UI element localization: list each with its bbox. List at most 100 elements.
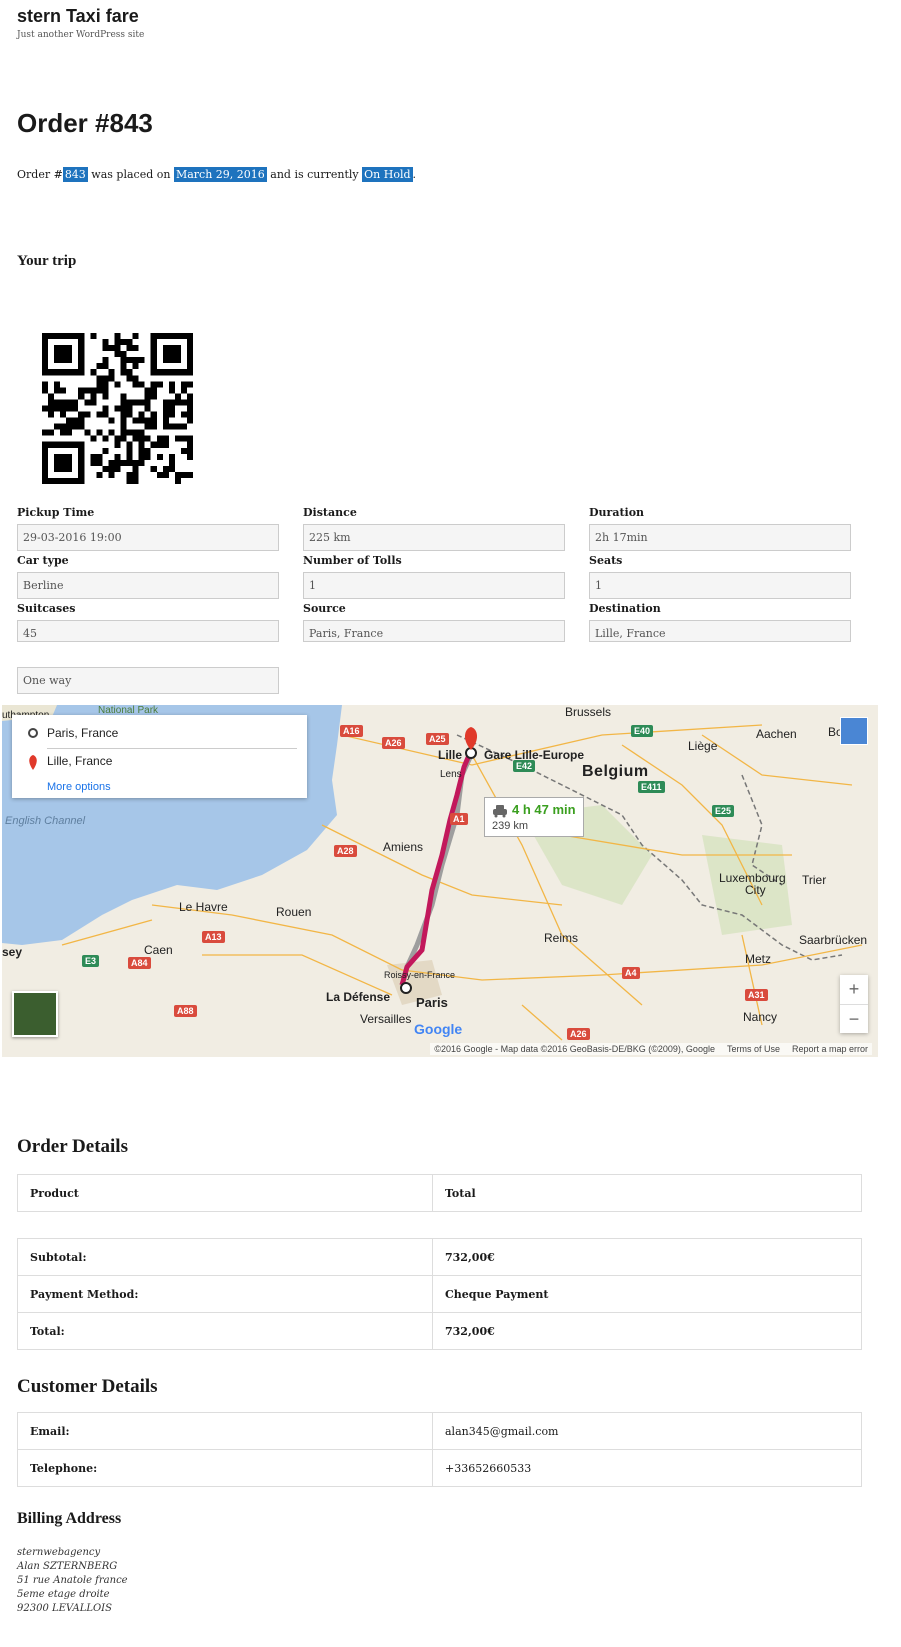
origin-marker[interactable] [400,982,412,994]
total-value: 732,00€ [432,1312,862,1350]
google-logo: Google [414,1021,463,1037]
table-row: Email: alan345@gmail.com [17,1412,862,1450]
seats-field[interactable]: 1 [589,572,851,599]
report-link[interactable]: Report a map error [792,1044,868,1054]
field-label-suitcases: Suitcases [17,602,76,615]
subtotal-value: 732,00€ [432,1238,862,1276]
pickup-time-field[interactable]: 29-03-2016 19:00 [17,524,279,551]
site-title[interactable]: stern Taxi fare [17,6,139,27]
field-label-duration: Duration [589,506,645,519]
billing-address: sternwebagency Alan SZTERNBERG 51 rue An… [17,1546,128,1616]
road-shield: A25 [426,733,449,745]
map-label-amiens: Amiens [383,840,424,854]
column-header-product: Product [17,1174,433,1212]
map-label-rouen: Rouen [276,905,312,919]
road-shield: E40 [631,725,654,737]
order-text: . [412,168,417,181]
map-label-metz: Metz [745,952,772,966]
directions-destination[interactable]: Lille, France [47,754,112,768]
route-duration: 4 h 47 min [512,802,576,817]
map-label-aachen: Aachen [756,727,797,741]
road-shield: E25 [712,805,735,817]
map-label-city: City [745,883,766,897]
directions-panel[interactable]: Paris, France Lille, France More options [12,715,307,798]
road-shield: A31 [745,989,768,1001]
order-header-table: Product Total [17,1174,862,1212]
origin-circle-icon [28,728,38,738]
map-label-belgium: Belgium [582,763,649,780]
table-row: Product Total [17,1174,862,1212]
directions-origin[interactable]: Paris, France [47,726,118,740]
order-text: was placed on [87,168,174,181]
column-header-total: Total [432,1174,862,1212]
route-map[interactable]: Brussels Belgium Lille Gare Lille-Europe… [2,705,878,1057]
road-shield: E3 [82,955,100,967]
subtotal-label: Subtotal: [17,1238,433,1276]
table-row: Total: 732,00€ [17,1312,862,1350]
destination-field[interactable]: Lille, France [589,620,851,642]
map-label-reims: Reims [544,931,579,945]
map-label-lille: Lille [438,748,463,762]
address-line: 5eme etage droite [17,1589,110,1600]
field-label-distance: Distance [303,506,357,519]
billing-address-title: Billing Address [17,1510,122,1527]
order-details-title: Order Details [17,1136,128,1157]
map-label-caen: Caen [144,943,173,957]
email-value[interactable]: alan345@gmail.com [432,1412,862,1450]
satellite-toggle[interactable] [12,991,58,1037]
zoom-out-button[interactable]: − [840,1004,868,1034]
map-label-english-channel: English Channel [5,815,86,827]
customer-table: Email: alan345@gmail.com Telephone: +336… [17,1412,862,1487]
more-options-link[interactable]: More options [47,781,111,793]
attribution-text: ©2016 Google - Map data ©2016 GeoBasis-D… [434,1044,715,1054]
directions-divider [47,748,297,749]
map-label-saarbrucken: Saarbrücken [799,933,868,947]
order-date: March 29, 2016 [173,167,267,182]
road-shield: A4 [622,967,640,979]
telephone-value[interactable]: +33652660533 [432,1449,862,1487]
destination-pin[interactable] [464,727,478,750]
route-duration-box[interactable]: 4 h 47 min 239 km [484,797,584,837]
page-title: Order #843 [17,108,153,138]
zoom-in-button[interactable]: + [840,975,868,1004]
tolls-field[interactable]: 1 [303,572,565,599]
qr-code [42,333,193,484]
trip-type-field[interactable]: One way [17,667,279,694]
address-line: Alan SZTERNBERG [17,1561,118,1572]
road-shield: A13 [202,931,225,943]
map-attribution: ©2016 Google - Map data ©2016 GeoBasis-D… [430,1043,872,1055]
terms-link[interactable]: Terms of Use [727,1044,780,1054]
road-shield: A1 [450,813,468,825]
field-label-pickup-time: Pickup Time [17,506,95,519]
email-label: Email: [17,1412,433,1450]
field-label-source: Source [303,602,346,615]
customer-details-title: Customer Details [17,1376,158,1397]
pegman-icon[interactable] [840,717,868,745]
road-shield: A84 [128,957,151,969]
map-label-brussels: Brussels [565,705,612,719]
zoom-control[interactable]: + − [840,975,868,1033]
order-text: Order # [17,168,63,181]
road-shield: E42 [513,760,536,772]
map-label-versailles: Versailles [360,1012,412,1026]
map-label-sey: sey [2,945,23,959]
source-field[interactable]: Paris, France [303,620,565,642]
field-label-tolls: Number of Tolls [303,554,402,567]
map-label-nancy: Nancy [743,1010,778,1024]
duration-field[interactable]: 2h 17min [589,524,851,551]
site-description: Just another WordPress site [17,30,145,40]
address-line: 51 rue Anatole france [17,1575,128,1586]
road-shield: E411 [638,781,665,793]
order-status: On Hold [362,167,413,182]
order-totals-table: Subtotal: 732,00€ Payment Method: Cheque… [17,1238,862,1350]
road-shield: A88 [174,1005,197,1017]
field-label-car-type: Car type [17,554,69,567]
road-shield: A26 [567,1028,590,1040]
trip-title: Your trip [17,253,77,269]
car-type-field[interactable]: Berline [17,572,279,599]
address-line: 92300 LEVALLOIS [17,1603,112,1614]
route-distance: 239 km [492,820,529,832]
suitcases-field[interactable]: 45 [17,620,279,642]
field-label-destination: Destination [589,602,661,615]
distance-field[interactable]: 225 km [303,524,565,551]
